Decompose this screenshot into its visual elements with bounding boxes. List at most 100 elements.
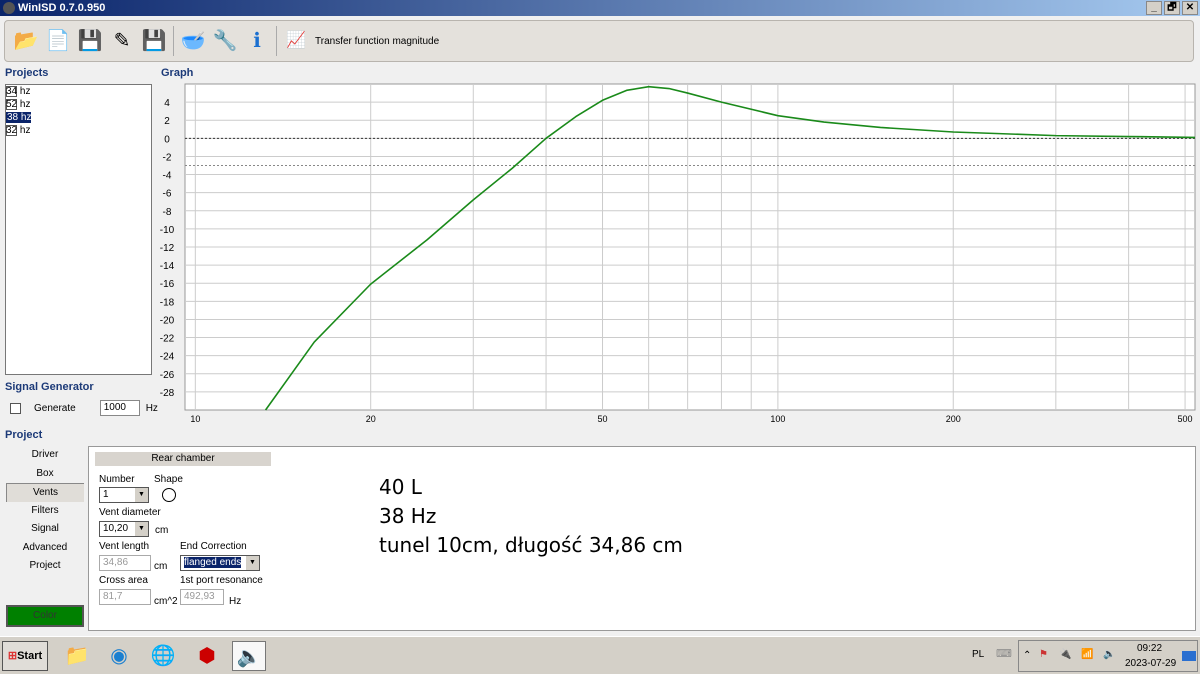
start-button[interactable]: ⊞Start <box>2 641 48 671</box>
clock-date[interactable]: 2023-07-29 <box>1125 658 1176 669</box>
graph-type-selector[interactable]: Transfer function magnitude <box>315 36 439 47</box>
project-tab-box[interactable]: Box <box>6 465 84 484</box>
vents-panel: Rear chamber Number Shape 1 ▼ Vent diamet… <box>88 446 1196 631</box>
project-nav: Driver Box Vents Filters Signal Advanced Proje… <box>6 446 84 576</box>
project-tab-signal[interactable]: Signal <box>6 520 84 539</box>
volume-icon[interactable]: 🔈 <box>1103 649 1115 660</box>
maximize-button[interactable]: 🗗 <box>1164 1 1180 15</box>
number-label: Number <box>99 474 135 485</box>
project-item[interactable]: 32 hz <box>6 124 151 137</box>
y-tick-label: -22 <box>160 334 175 345</box>
chevron-down-icon[interactable]: ▼ <box>246 556 259 570</box>
generate-label: Generate <box>34 402 76 414</box>
note-tunnel: tunel 10cm, długość 34,86 cm <box>379 533 683 557</box>
diameter-value: 10,20 <box>103 523 129 534</box>
chevron-down-icon[interactable]: ▼ <box>135 522 148 536</box>
end-correction-value: flanged ends <box>184 557 242 568</box>
app-red-icon[interactable]: ⬢ <box>190 641 224 671</box>
network-signal-icon[interactable]: 📶 <box>1081 649 1093 660</box>
globe-icon[interactable]: 🌐 <box>146 641 180 671</box>
y-tick-label: -28 <box>160 388 175 399</box>
y-tick-label: -18 <box>160 297 175 308</box>
cross-area-unit: cm^2 <box>154 596 178 607</box>
length-unit: cm <box>154 561 168 572</box>
x-tick-label: 50 <box>598 414 608 424</box>
title-bar: WinISD 0.7.0.950 _ 🗗 ✕ <box>0 0 1200 16</box>
project-item[interactable]: ✔38 hz <box>6 111 151 124</box>
notes: 40 L 38 Hz tunel 10cm, długość 34,86 cm <box>379 473 683 560</box>
y-tick-label: 0 <box>164 134 170 145</box>
graph-chart-icon[interactable]: 📈 <box>283 28 309 54</box>
system-tray: ⌃ ⚑ 🔌 📶 🔈 09:22 2023-07-29 <box>1018 640 1198 672</box>
save-as-icon[interactable]: ✎ <box>109 28 135 54</box>
project-tab-advanced[interactable]: Advanced <box>6 539 84 558</box>
cross-area-field: 81,7 <box>99 589 151 605</box>
language-indicator[interactable]: PL <box>972 649 984 660</box>
vent-length-field[interactable]: 34,86 <box>99 555 151 571</box>
y-tick-label: -12 <box>160 243 175 254</box>
x-tick-label: 500 <box>1178 414 1193 424</box>
power-plug-icon[interactable]: 🔌 <box>1059 649 1071 660</box>
new-project-icon[interactable]: 📄 <box>45 28 71 54</box>
vent-diameter-label: Vent diameter <box>99 507 161 518</box>
color-button[interactable]: Color <box>6 605 84 627</box>
y-tick-label: -8 <box>163 207 172 218</box>
y-tick-label: -4 <box>163 171 172 182</box>
project-tab-project[interactable]: Project <box>6 557 84 576</box>
number-select[interactable]: 1 ▼ <box>99 487 149 503</box>
clock-time[interactable]: 09:22 <box>1137 643 1162 654</box>
note-volume: 40 L <box>379 475 422 499</box>
info-icon[interactable]: ℹ <box>244 28 270 54</box>
y-tick-label: -2 <box>163 152 172 163</box>
port-resonance-field: 492,93 <box>180 589 224 605</box>
projects-heading: Projects <box>5 67 49 79</box>
save-all-icon[interactable]: 💾 <box>141 28 167 54</box>
port-resonance-label: 1st port resonance <box>180 575 263 586</box>
show-hidden-icons-icon[interactable]: ⌃ <box>1023 650 1031 661</box>
end-correction-label: End Correction <box>180 541 247 552</box>
close-button[interactable]: ✕ <box>1182 1 1198 15</box>
open-folder-icon[interactable]: 📂 <box>13 28 39 54</box>
keyboard-icon[interactable]: ⌨ <box>996 647 1012 660</box>
y-tick-label: -16 <box>160 279 175 290</box>
frequency-input[interactable]: 1000 <box>99 400 140 416</box>
y-tick-label: -6 <box>163 189 172 200</box>
show-desktop-icon[interactable] <box>1182 651 1196 661</box>
toolbar: 📂 📄 💾 ✎ 💾 🥣 🔧 ℹ 📈 Transfer function magn… <box>4 20 1194 62</box>
port-resonance-unit: Hz <box>229 596 242 607</box>
generate-checkbox[interactable] <box>10 402 21 414</box>
end-correction-select[interactable]: flanged ends ▼ <box>180 555 260 571</box>
project-item[interactable]: 52 hz <box>6 98 151 111</box>
project-tab-filters[interactable]: Filters <box>6 502 84 521</box>
winisd-task-icon[interactable]: 🔈 <box>232 641 266 671</box>
edge-browser-icon[interactable]: ◉ <box>102 641 136 671</box>
chevron-down-icon[interactable]: ▼ <box>135 488 148 502</box>
project-tab-driver[interactable]: Driver <box>6 446 84 465</box>
signal-generator-heading: Signal Generator <box>5 381 94 393</box>
wrench-icon[interactable]: 🔧 <box>212 28 238 54</box>
project-item[interactable]: 34 hz <box>6 85 151 98</box>
project-label: 34 hz <box>6 86 31 97</box>
driver-editor-icon[interactable]: 🥣 <box>180 28 206 54</box>
vent-diameter-select[interactable]: 10,20 ▼ <box>99 521 149 537</box>
number-value: 1 <box>103 489 109 500</box>
x-tick-label: 200 <box>946 414 961 424</box>
x-tick-label: 100 <box>770 414 785 424</box>
graph-heading: Graph <box>161 67 194 79</box>
y-tick-label: -26 <box>160 370 175 381</box>
project-tab-vents[interactable]: Vents <box>6 483 84 502</box>
start-label: Start <box>17 650 43 662</box>
taskbar: ⊞Start 📁 ◉ 🌐 ⬢ 🔈 PL ⌨ ⌃ ⚑ 🔌 📶 🔈 09:22 20… <box>0 636 1200 674</box>
x-tick-label: 10 <box>190 414 200 424</box>
y-tick-label: -24 <box>160 352 175 363</box>
frequency-unit: Hz <box>145 402 158 414</box>
file-explorer-icon[interactable]: 📁 <box>60 641 94 671</box>
rear-chamber-header: Rear chamber <box>95 452 271 466</box>
save-icon[interactable]: 💾 <box>77 28 103 54</box>
y-tick-label: -10 <box>160 225 175 236</box>
action-center-icon[interactable]: ⚑ <box>1039 649 1048 660</box>
round-shape-icon[interactable] <box>162 488 176 502</box>
separator <box>276 26 277 56</box>
minimize-button[interactable]: _ <box>1146 1 1162 15</box>
y-tick-label: -20 <box>160 315 175 326</box>
